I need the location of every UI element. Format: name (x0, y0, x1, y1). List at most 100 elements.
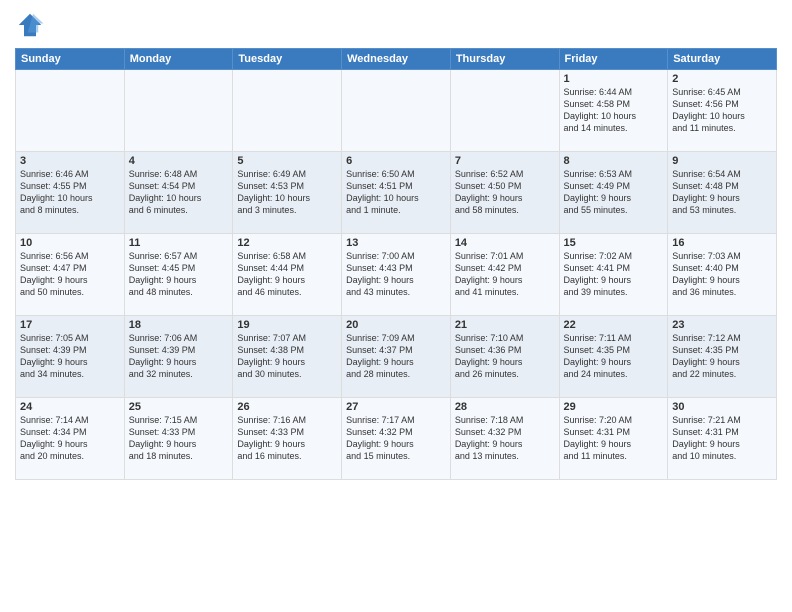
calendar-cell: 5Sunrise: 6:49 AM Sunset: 4:53 PM Daylig… (233, 152, 342, 234)
day-info: Sunrise: 7:05 AM Sunset: 4:39 PM Dayligh… (20, 332, 120, 381)
day-info: Sunrise: 6:44 AM Sunset: 4:58 PM Dayligh… (564, 86, 664, 135)
calendar-cell: 12Sunrise: 6:58 AM Sunset: 4:44 PM Dayli… (233, 234, 342, 316)
calendar-cell: 29Sunrise: 7:20 AM Sunset: 4:31 PM Dayli… (559, 398, 668, 480)
day-number: 6 (346, 155, 446, 167)
calendar-cell: 6Sunrise: 6:50 AM Sunset: 4:51 PM Daylig… (342, 152, 451, 234)
calendar-cell: 30Sunrise: 7:21 AM Sunset: 4:31 PM Dayli… (668, 398, 777, 480)
calendar-cell (124, 70, 233, 152)
calendar-cell: 28Sunrise: 7:18 AM Sunset: 4:32 PM Dayli… (450, 398, 559, 480)
day-info: Sunrise: 7:11 AM Sunset: 4:35 PM Dayligh… (564, 332, 664, 381)
calendar-cell: 25Sunrise: 7:15 AM Sunset: 4:33 PM Dayli… (124, 398, 233, 480)
day-info: Sunrise: 7:15 AM Sunset: 4:33 PM Dayligh… (129, 414, 229, 463)
calendar-cell: 18Sunrise: 7:06 AM Sunset: 4:39 PM Dayli… (124, 316, 233, 398)
calendar-cell: 26Sunrise: 7:16 AM Sunset: 4:33 PM Dayli… (233, 398, 342, 480)
calendar-cell: 16Sunrise: 7:03 AM Sunset: 4:40 PM Dayli… (668, 234, 777, 316)
day-number: 4 (129, 155, 229, 167)
weekday-header-monday: Monday (124, 49, 233, 70)
day-info: Sunrise: 6:52 AM Sunset: 4:50 PM Dayligh… (455, 168, 555, 217)
day-number: 29 (564, 401, 664, 413)
calendar-cell: 20Sunrise: 7:09 AM Sunset: 4:37 PM Dayli… (342, 316, 451, 398)
day-number: 14 (455, 237, 555, 249)
weekday-header-row: SundayMondayTuesdayWednesdayThursdayFrid… (16, 49, 777, 70)
day-info: Sunrise: 7:03 AM Sunset: 4:40 PM Dayligh… (672, 250, 772, 299)
day-info: Sunrise: 6:53 AM Sunset: 4:49 PM Dayligh… (564, 168, 664, 217)
calendar-cell (233, 70, 342, 152)
week-row-2: 10Sunrise: 6:56 AM Sunset: 4:47 PM Dayli… (16, 234, 777, 316)
logo (15, 10, 49, 40)
day-number: 21 (455, 319, 555, 331)
calendar-cell: 1Sunrise: 6:44 AM Sunset: 4:58 PM Daylig… (559, 70, 668, 152)
day-info: Sunrise: 7:12 AM Sunset: 4:35 PM Dayligh… (672, 332, 772, 381)
calendar-cell: 2Sunrise: 6:45 AM Sunset: 4:56 PM Daylig… (668, 70, 777, 152)
calendar-cell: 3Sunrise: 6:46 AM Sunset: 4:55 PM Daylig… (16, 152, 125, 234)
calendar-cell: 11Sunrise: 6:57 AM Sunset: 4:45 PM Dayli… (124, 234, 233, 316)
day-info: Sunrise: 6:56 AM Sunset: 4:47 PM Dayligh… (20, 250, 120, 299)
day-number: 15 (564, 237, 664, 249)
day-info: Sunrise: 7:20 AM Sunset: 4:31 PM Dayligh… (564, 414, 664, 463)
day-info: Sunrise: 6:57 AM Sunset: 4:45 PM Dayligh… (129, 250, 229, 299)
day-number: 2 (672, 73, 772, 85)
day-number: 20 (346, 319, 446, 331)
week-row-1: 3Sunrise: 6:46 AM Sunset: 4:55 PM Daylig… (16, 152, 777, 234)
weekday-header-friday: Friday (559, 49, 668, 70)
day-info: Sunrise: 6:48 AM Sunset: 4:54 PM Dayligh… (129, 168, 229, 217)
day-number: 19 (237, 319, 337, 331)
calendar-cell (16, 70, 125, 152)
calendar-cell: 21Sunrise: 7:10 AM Sunset: 4:36 PM Dayli… (450, 316, 559, 398)
calendar-cell: 22Sunrise: 7:11 AM Sunset: 4:35 PM Dayli… (559, 316, 668, 398)
day-number: 7 (455, 155, 555, 167)
calendar-cell: 4Sunrise: 6:48 AM Sunset: 4:54 PM Daylig… (124, 152, 233, 234)
weekday-header-thursday: Thursday (450, 49, 559, 70)
calendar-cell: 19Sunrise: 7:07 AM Sunset: 4:38 PM Dayli… (233, 316, 342, 398)
calendar-cell: 15Sunrise: 7:02 AM Sunset: 4:41 PM Dayli… (559, 234, 668, 316)
day-number: 28 (455, 401, 555, 413)
day-info: Sunrise: 6:50 AM Sunset: 4:51 PM Dayligh… (346, 168, 446, 217)
week-row-3: 17Sunrise: 7:05 AM Sunset: 4:39 PM Dayli… (16, 316, 777, 398)
day-info: Sunrise: 7:16 AM Sunset: 4:33 PM Dayligh… (237, 414, 337, 463)
day-number: 24 (20, 401, 120, 413)
day-number: 10 (20, 237, 120, 249)
day-number: 16 (672, 237, 772, 249)
day-number: 26 (237, 401, 337, 413)
day-number: 23 (672, 319, 772, 331)
day-number: 3 (20, 155, 120, 167)
day-info: Sunrise: 6:58 AM Sunset: 4:44 PM Dayligh… (237, 250, 337, 299)
calendar-cell: 8Sunrise: 6:53 AM Sunset: 4:49 PM Daylig… (559, 152, 668, 234)
calendar-cell: 23Sunrise: 7:12 AM Sunset: 4:35 PM Dayli… (668, 316, 777, 398)
day-info: Sunrise: 7:10 AM Sunset: 4:36 PM Dayligh… (455, 332, 555, 381)
day-info: Sunrise: 7:06 AM Sunset: 4:39 PM Dayligh… (129, 332, 229, 381)
header (15, 10, 777, 40)
day-number: 30 (672, 401, 772, 413)
day-number: 12 (237, 237, 337, 249)
calendar-cell: 9Sunrise: 6:54 AM Sunset: 4:48 PM Daylig… (668, 152, 777, 234)
weekday-header-tuesday: Tuesday (233, 49, 342, 70)
weekday-header-saturday: Saturday (668, 49, 777, 70)
calendar-cell (342, 70, 451, 152)
weekday-header-wednesday: Wednesday (342, 49, 451, 70)
logo-icon (15, 10, 45, 40)
day-info: Sunrise: 7:17 AM Sunset: 4:32 PM Dayligh… (346, 414, 446, 463)
calendar-table: SundayMondayTuesdayWednesdayThursdayFrid… (15, 48, 777, 480)
day-number: 22 (564, 319, 664, 331)
day-info: Sunrise: 7:18 AM Sunset: 4:32 PM Dayligh… (455, 414, 555, 463)
day-info: Sunrise: 7:21 AM Sunset: 4:31 PM Dayligh… (672, 414, 772, 463)
day-number: 18 (129, 319, 229, 331)
calendar-cell (450, 70, 559, 152)
calendar-cell: 14Sunrise: 7:01 AM Sunset: 4:42 PM Dayli… (450, 234, 559, 316)
day-number: 13 (346, 237, 446, 249)
calendar-cell: 10Sunrise: 6:56 AM Sunset: 4:47 PM Dayli… (16, 234, 125, 316)
day-info: Sunrise: 6:49 AM Sunset: 4:53 PM Dayligh… (237, 168, 337, 217)
calendar-cell: 17Sunrise: 7:05 AM Sunset: 4:39 PM Dayli… (16, 316, 125, 398)
day-info: Sunrise: 7:07 AM Sunset: 4:38 PM Dayligh… (237, 332, 337, 381)
page: SundayMondayTuesdayWednesdayThursdayFrid… (0, 0, 792, 612)
day-number: 11 (129, 237, 229, 249)
day-info: Sunrise: 6:54 AM Sunset: 4:48 PM Dayligh… (672, 168, 772, 217)
day-number: 25 (129, 401, 229, 413)
week-row-0: 1Sunrise: 6:44 AM Sunset: 4:58 PM Daylig… (16, 70, 777, 152)
day-number: 5 (237, 155, 337, 167)
calendar-cell: 27Sunrise: 7:17 AM Sunset: 4:32 PM Dayli… (342, 398, 451, 480)
day-info: Sunrise: 7:01 AM Sunset: 4:42 PM Dayligh… (455, 250, 555, 299)
weekday-header-sunday: Sunday (16, 49, 125, 70)
calendar-cell: 7Sunrise: 6:52 AM Sunset: 4:50 PM Daylig… (450, 152, 559, 234)
day-info: Sunrise: 7:00 AM Sunset: 4:43 PM Dayligh… (346, 250, 446, 299)
